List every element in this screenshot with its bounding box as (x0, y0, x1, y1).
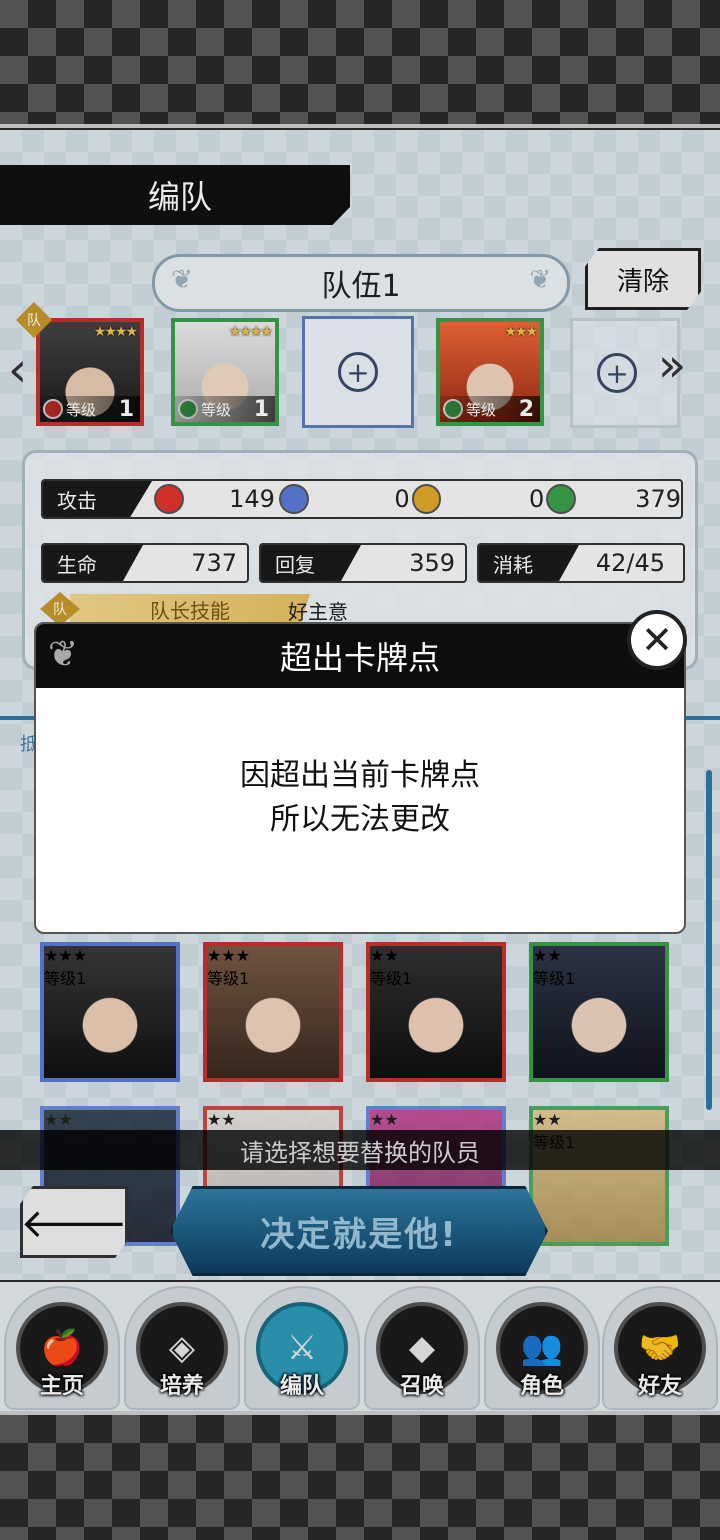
attack-label: 攻击 (43, 481, 153, 517)
nav-train[interactable]: ◈ 培养 (124, 1286, 240, 1410)
rarity-stars: ★★ (207, 1110, 236, 1129)
nav-friends[interactable]: 🤝 好友 (602, 1286, 718, 1410)
level-bar: 等级 2 (440, 396, 540, 422)
team-slot-2[interactable]: ★★★★ 等级 1 (171, 318, 279, 426)
attack-light-value: 0 (529, 485, 545, 513)
hp-label: 生命 (43, 545, 143, 581)
ice-element-icon (278, 484, 309, 514)
page-title: 编队 (0, 165, 350, 225)
bottom-decor-band (0, 1415, 720, 1540)
nav-home[interactable]: 🍎 主页 (4, 1286, 120, 1410)
cost-row: 消耗 42/45 (477, 543, 685, 583)
character-portrait (44, 946, 176, 1078)
nav-label: 编队 (279, 1374, 324, 1399)
level-label: 等级 (66, 400, 97, 419)
nav-label: 角色 (519, 1374, 564, 1399)
dialog-message: 因超出当前卡牌点 所以无法更改 (36, 754, 684, 842)
rarity-stars: ★★ (533, 1110, 562, 1129)
leader-skill-label: 队长技能 (70, 594, 310, 624)
add-member-icon: + (338, 352, 378, 392)
team-slot-3-empty[interactable]: + (302, 316, 414, 428)
rarity-stars: ★★ (44, 1110, 73, 1129)
list-card-2[interactable]: ★★★ 等级1 (203, 942, 343, 1082)
level-label: 等级 (201, 400, 232, 419)
confirm-button[interactable]: 决定就是他! (170, 1186, 548, 1276)
list-card-8[interactable]: ★★ 等级1 (529, 1106, 669, 1246)
cost-value: 42/45 (595, 549, 665, 577)
cost-label: 消耗 (479, 545, 579, 581)
ornament-right-icon: ❦ (529, 265, 551, 295)
level-value: 1 (253, 396, 269, 422)
hp-value: 737 (191, 549, 237, 577)
leader-skill-value: 好主意 (288, 600, 348, 624)
hp-row: 生命 737 (41, 543, 249, 583)
rarity-stars: ★★★★ (93, 324, 138, 340)
nav-label: 主页 (39, 1374, 84, 1399)
rarity-stars: ★★★ (504, 324, 538, 340)
nav-label: 好友 (637, 1374, 682, 1399)
nav-characters[interactable]: 👥 角色 (484, 1286, 600, 1410)
team-name: 队伍1 (321, 269, 401, 304)
leader-skill-row: 队长技能 队 好主意 (40, 592, 680, 626)
team-slot-1[interactable]: ★★★★ 等级 1 (36, 318, 144, 426)
list-card-1[interactable]: ★★★ 等级1 (40, 942, 180, 1082)
dialog-title: 超出卡牌点 (279, 639, 440, 677)
dialog-message-line-2: 所以无法更改 (270, 802, 450, 837)
rarity-stars: ★★★★ (228, 324, 273, 340)
fire-element-icon (154, 484, 184, 514)
error-dialog: ❦ 超出卡牌点 因超出当前卡牌点 所以无法更改 (34, 622, 686, 934)
heal-row: 回复 359 (259, 543, 467, 583)
attack-fire-value: 149 (229, 485, 275, 513)
dialog-header: ❦ 超出卡牌点 (36, 624, 684, 688)
attack-ice-value: 0 (394, 485, 410, 513)
top-decor-band (0, 0, 720, 125)
character-portrait (370, 946, 502, 1078)
list-card-3[interactable]: ★★ 等级1 (366, 942, 506, 1082)
ornament-icon: ❦ (48, 634, 79, 675)
team-slot-4[interactable]: ★★★ 等级 2 (436, 318, 544, 426)
light-element-icon (411, 484, 442, 514)
rarity-stars: ★★ (370, 1110, 399, 1129)
character-portrait (533, 946, 665, 1078)
heal-label: 回复 (261, 545, 361, 581)
wind-element-icon (546, 484, 577, 514)
ornament-left-icon: ❦ (171, 265, 193, 295)
level-value: 2 (518, 396, 534, 422)
attack-wind-value: 379 (635, 485, 681, 513)
close-icon[interactable]: ✕ (627, 610, 687, 670)
bottom-nav: 🍎 主页 ◈ 培养 ⚔ 编队 ◆ 召唤 👥 角色 🤝 好友 (0, 1282, 720, 1416)
next-team-icon[interactable]: » (658, 338, 686, 392)
nav-summon[interactable]: ◆ 召唤 (364, 1286, 480, 1410)
nav-label: 召唤 (399, 1374, 444, 1399)
add-member-icon: + (597, 353, 637, 393)
dialog-message-line-1: 因超出当前卡牌点 (240, 758, 480, 793)
level-bar: 等级 1 (40, 396, 140, 422)
level-bar: 等级 1 (175, 396, 275, 422)
list-card-4[interactable]: ★★ 等级1 (529, 942, 669, 1082)
nav-team[interactable]: ⚔ 编队 (244, 1286, 360, 1410)
clear-button[interactable]: 清除 (585, 248, 701, 310)
level-value: 1 (118, 396, 134, 422)
heal-value: 359 (409, 549, 455, 577)
nav-label: 培养 (159, 1374, 204, 1399)
level-label: 等级 (466, 400, 497, 419)
team-name-frame: ❦ 队伍1 ❦ (152, 254, 570, 312)
character-portrait (207, 946, 339, 1078)
top-divider (0, 124, 720, 128)
prev-team-icon[interactable]: ‹ (8, 342, 27, 398)
instruction-banner: 请选择想要替换的队员 (0, 1130, 720, 1170)
back-button[interactable]: 🡐 (20, 1186, 128, 1258)
list-scrollbar[interactable] (706, 770, 712, 1110)
attack-row: 攻击 149 0 0 379 (41, 479, 683, 519)
